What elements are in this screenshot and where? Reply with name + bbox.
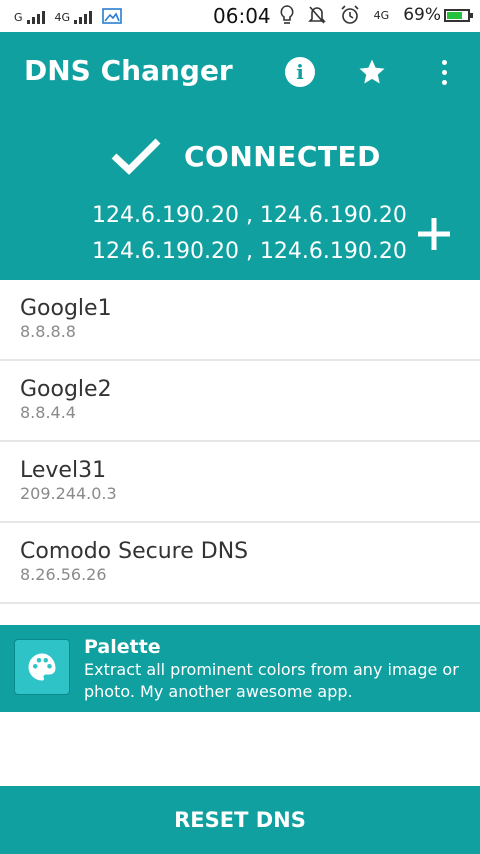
dns-line: 124.6.190.20 , 124.6.190.20 <box>92 203 407 228</box>
network-type: 4G <box>373 8 390 22</box>
gallery-icon <box>102 8 122 24</box>
promo-description: Extract all prominent colors from any im… <box>84 660 459 701</box>
carrier2-label: 4G <box>54 11 71 24</box>
clock: 06:04 <box>213 4 271 28</box>
signal-icon <box>26 10 45 24</box>
server-name: Google1 <box>20 296 112 321</box>
bulb-icon <box>280 5 294 24</box>
server-ip: 8.8.4.4 <box>20 403 76 422</box>
info-button[interactable]: i <box>284 56 316 88</box>
reset-dns-button[interactable]: RESET DNS <box>0 786 480 854</box>
carrier1-label: G <box>14 11 23 24</box>
palette-icon <box>28 653 56 681</box>
connection-status: CONNECTED <box>110 136 381 176</box>
more-vert-icon <box>441 59 447 85</box>
app-title: DNS Changer <box>24 54 233 87</box>
server-name: Comodo Secure DNS <box>20 539 249 564</box>
server-ip: 8.26.56.26 <box>20 565 107 584</box>
server-ip: 8.8.8.8 <box>20 322 76 341</box>
signal-icon <box>74 10 93 24</box>
info-icon: i <box>285 57 315 87</box>
battery-percent: 69% <box>403 5 441 25</box>
app-header: DNS Changer i CONNECTED 124.6.190.20 , 1… <box>0 32 480 280</box>
server-ip: 209.244.0.3 <box>20 484 117 503</box>
status-bar: G 4G 06:04 4G 69% <box>0 0 480 32</box>
promo-banner[interactable]: Palette Extract all prominent colors fro… <box>0 625 480 712</box>
dns-server-list: Google1 8.8.8.8 Google2 8.8.4.4 Level31 … <box>0 280 480 604</box>
palette-app-logo <box>14 639 70 695</box>
server-item[interactable]: Comodo Secure DNS 8.26.56.26 <box>0 523 480 604</box>
server-name: Level31 <box>20 458 107 483</box>
battery-indicator: 69% <box>403 5 473 25</box>
add-dns-button[interactable] <box>414 214 454 254</box>
plus-icon <box>418 218 450 250</box>
mute-icon <box>307 6 326 24</box>
dns-line: 124.6.190.20 , 124.6.190.20 <box>92 239 407 264</box>
checkmark-icon <box>111 138 161 175</box>
alarm-icon <box>341 5 359 24</box>
server-item[interactable]: Google1 8.8.8.8 <box>0 280 480 361</box>
server-item[interactable]: Level31 209.244.0.3 <box>0 442 480 523</box>
promo-title: Palette <box>84 636 161 658</box>
status-icons: 4G 69% <box>280 5 473 25</box>
signal-indicators: G 4G <box>14 8 122 24</box>
battery-fill <box>447 11 463 19</box>
server-item[interactable]: Google2 8.8.4.4 <box>0 361 480 442</box>
overflow-menu-button[interactable] <box>428 56 460 88</box>
battery-icon <box>444 8 473 22</box>
current-dns: 124.6.190.20 , 124.6.190.20 124.6.190.20… <box>92 198 407 270</box>
status-text: CONNECTED <box>184 139 381 173</box>
server-name: Google2 <box>20 377 112 402</box>
favorite-button[interactable] <box>356 56 388 88</box>
star-icon <box>359 59 385 84</box>
